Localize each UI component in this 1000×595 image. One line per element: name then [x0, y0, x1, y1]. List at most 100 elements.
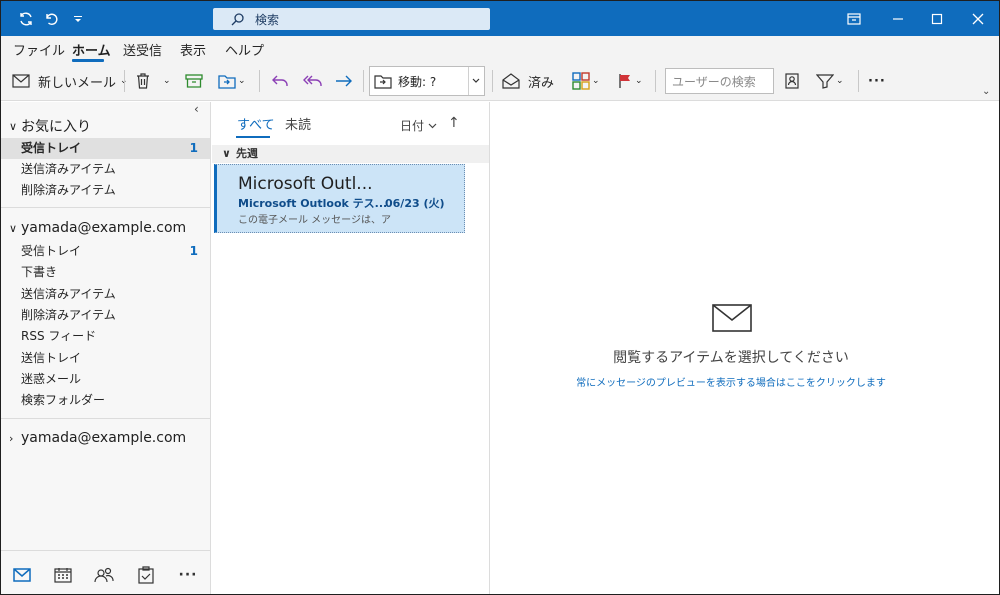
envelope-icon: [712, 304, 752, 332]
categorize-icon: [572, 72, 590, 90]
calendar-icon[interactable]: [52, 565, 74, 585]
trash-icon: [137, 73, 149, 89]
menu-home[interactable]: ホーム: [72, 40, 111, 59]
mark-as-read-button[interactable]: 済み: [502, 68, 554, 94]
sort-by-date-button[interactable]: 日付: [400, 117, 437, 134]
unread-count: 1: [189, 244, 198, 258]
minimize-button[interactable]: [884, 5, 912, 33]
archive-icon: [185, 74, 203, 88]
sync-icon[interactable]: [16, 9, 36, 29]
always-preview-link[interactable]: 常にメッセージのプレビューを表示する場合はここをクリックします: [491, 374, 971, 389]
chevron-down-icon[interactable]: [468, 67, 482, 95]
people-search-input[interactable]: ユーザーの検索: [665, 68, 774, 94]
folder-label: 受信トレイ: [21, 244, 82, 258]
ribbon-divider: [492, 70, 493, 92]
reading-pane-empty-title: 閲覧するアイテムを選択してください: [613, 350, 849, 366]
message-sender: Microsoft Outl...: [238, 174, 373, 194]
account-group[interactable]: ∨ yamada@example.com: [9, 220, 186, 236]
message-item[interactable]: Microsoft Outl... Microsoft Outlook テス..…: [214, 164, 465, 233]
ribbon-divider: [363, 70, 364, 92]
folder-sent-items[interactable]: 送信済みアイテム: [1, 284, 210, 305]
folder-label: 送信済みアイテム: [21, 162, 116, 176]
maximize-button[interactable]: [923, 5, 951, 33]
folder-inbox[interactable]: 受信トレイ 1: [1, 241, 210, 262]
folder-junk-email[interactable]: 迷惑メール: [1, 369, 210, 390]
folder-deleted-items[interactable]: 削除済みアイテム: [1, 305, 210, 326]
folder-label: 削除済みアイテム: [21, 183, 116, 197]
address-book-button[interactable]: [785, 68, 799, 94]
new-mail-label: 新しいメール: [38, 75, 117, 91]
menu-send-receive[interactable]: 送受信: [123, 40, 162, 59]
chevron-right-icon[interactable]: ›: [9, 432, 21, 445]
sort-direction-icon[interactable]: ↑: [448, 115, 460, 131]
filter-email-button[interactable]: ⌄: [816, 68, 844, 94]
outlook-window: 検索 ファイル ホーム 送受信 表示 ヘルプ 新しいメール ⌄ ⌄ 移動: ? …: [0, 0, 1000, 595]
tab-all[interactable]: すべて: [237, 114, 275, 133]
undo-icon[interactable]: [41, 9, 61, 29]
reply-all-button[interactable]: [303, 68, 323, 94]
people-search-placeholder: ユーザーの検索: [672, 74, 756, 89]
move-to-dropdown[interactable]: 移動: ?: [369, 66, 485, 96]
unread-count: 1: [189, 141, 198, 155]
folder-divider: [1, 418, 210, 419]
folder-search-folders[interactable]: 検索フォルダー: [1, 390, 210, 411]
move-to-label: 移動: ?: [398, 74, 437, 89]
chevron-down-icon[interactable]: ⌄: [635, 76, 643, 86]
folder-label: 迷惑メール: [21, 372, 82, 386]
menu-bar: ファイル ホーム 送受信 表示 ヘルプ: [1, 36, 999, 62]
move-to-folder-button[interactable]: ⌄: [218, 68, 246, 94]
delete-button[interactable]: ⌄: [135, 68, 171, 94]
favorites-group[interactable]: ∨ お気に入り: [9, 116, 91, 136]
folder-divider: [1, 207, 210, 208]
mail-icon[interactable]: [11, 565, 33, 585]
ribbon-expand-icon[interactable]: ⌄: [982, 86, 990, 97]
folder-label: 検索フォルダー: [21, 393, 106, 407]
ribbon-divider: [655, 70, 656, 92]
chevron-down-icon[interactable]: ∨: [9, 120, 21, 133]
more-options-button[interactable]: ···: [868, 68, 886, 94]
menu-view[interactable]: 表示: [180, 40, 206, 59]
menu-file[interactable]: ファイル: [13, 40, 65, 59]
active-filter-indicator: [236, 136, 270, 138]
message-preview: この電子メール メッセージは、ア: [238, 215, 391, 226]
archive-button[interactable]: [185, 68, 203, 94]
favorite-inbox[interactable]: 受信トレイ 1: [1, 138, 210, 159]
open-envelope-icon: [502, 73, 520, 89]
chevron-down-icon[interactable]: ⌄: [836, 76, 844, 86]
message-subject: Microsoft Outlook テス...: [238, 197, 388, 210]
message-date: 06/23 (火): [385, 197, 445, 210]
folder-rss-feeds[interactable]: RSS フィード: [1, 326, 210, 347]
favorite-sent-items[interactable]: 送信済みアイテム: [1, 159, 210, 180]
account-group-collapsed[interactable]: › yamada@example.com: [9, 430, 186, 446]
chevron-down-icon[interactable]: ⌄: [592, 76, 600, 86]
folder-drafts[interactable]: 下書き: [1, 262, 210, 283]
folder-label: RSS フィード: [21, 329, 97, 343]
customize-toolbar-icon[interactable]: [68, 9, 88, 29]
chevron-down-icon[interactable]: ∨: [9, 222, 21, 235]
chevron-down-icon[interactable]: ⌄: [238, 76, 246, 86]
tab-unread[interactable]: 未読: [285, 114, 311, 133]
forward-button[interactable]: [335, 68, 353, 94]
ribbon-divider: [124, 70, 125, 92]
tasks-icon[interactable]: [135, 565, 157, 585]
date-group-header[interactable]: ∨ 先週: [212, 145, 489, 163]
favorite-deleted-items[interactable]: 削除済みアイテム: [1, 180, 210, 201]
people-icon[interactable]: [93, 565, 115, 585]
new-mail-button[interactable]: 新しいメール ⌄: [12, 68, 128, 94]
address-book-icon: [785, 73, 799, 89]
chevron-down-icon[interactable]: ⌄: [163, 76, 171, 86]
reply-button[interactable]: [271, 68, 289, 94]
close-button[interactable]: [964, 5, 992, 33]
follow-up-button[interactable]: ⌄: [617, 68, 643, 94]
ribbon-divider: [858, 70, 859, 92]
folder-label: 削除済みアイテム: [21, 308, 116, 322]
favorites-label: お気に入り: [21, 119, 91, 135]
title-search-box[interactable]: 検索: [213, 8, 490, 30]
ribbon-display-icon[interactable]: [840, 5, 868, 33]
categorize-button[interactable]: ⌄: [572, 68, 600, 94]
more-apps-icon[interactable]: ···: [177, 565, 199, 585]
collapse-folder-pane-icon[interactable]: ‹: [194, 102, 199, 116]
menu-help[interactable]: ヘルプ: [225, 40, 264, 59]
move-folder-icon: [374, 75, 392, 89]
folder-outbox[interactable]: 送信トレイ: [1, 348, 210, 369]
